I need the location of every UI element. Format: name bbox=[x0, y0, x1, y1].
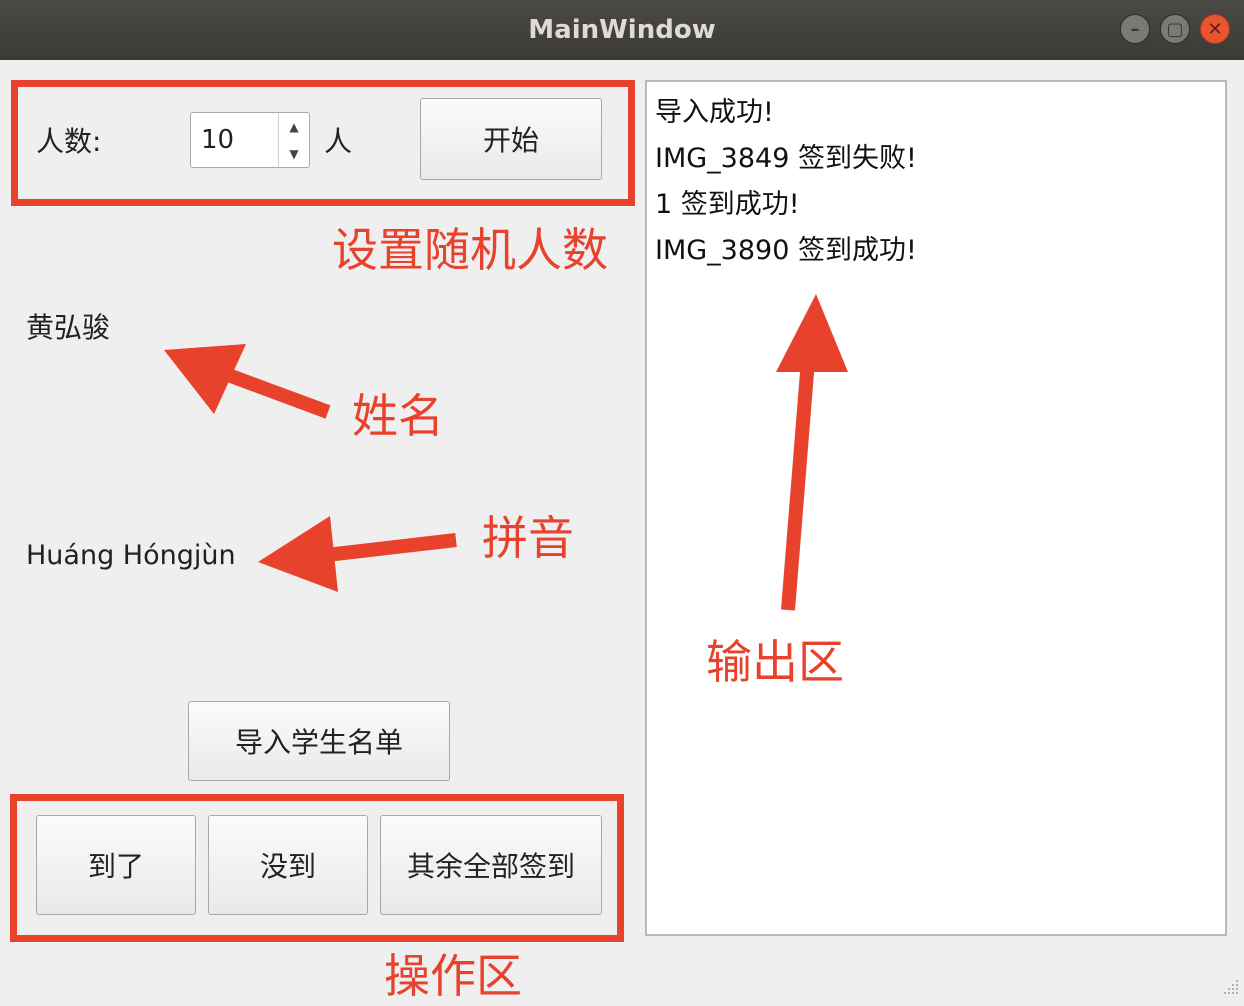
pinyin-arrow-shaft bbox=[317, 533, 457, 563]
pinyin-arrow-head bbox=[258, 516, 338, 592]
annotation-arrows bbox=[164, 294, 848, 611]
output-arrow-head bbox=[776, 294, 848, 372]
output-arrow-shaft bbox=[781, 359, 815, 611]
resize-grip-icon[interactable] bbox=[1220, 976, 1240, 996]
name-arrow-shaft bbox=[217, 365, 331, 419]
